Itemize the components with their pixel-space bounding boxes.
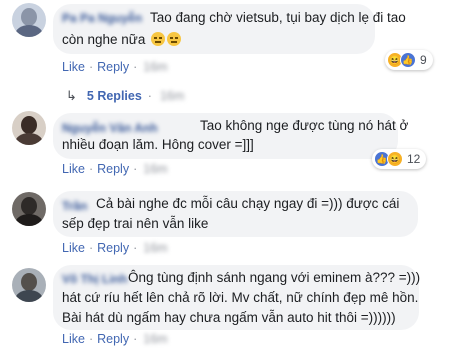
expressionless-emoji-icon: [167, 32, 182, 46]
separator: ·: [133, 60, 138, 74]
reply-button[interactable]: Reply: [97, 162, 129, 176]
avatar[interactable]: [12, 268, 46, 302]
reaction-count: 9: [420, 53, 427, 67]
like-button[interactable]: Like: [62, 162, 85, 176]
reply-button[interactable]: Reply: [97, 241, 129, 255]
comment-actions: Like · Reply · 16m: [62, 60, 168, 74]
separator: ·: [133, 241, 138, 255]
comment-text-line: Bài hát dù ngấm hay chưa ngấm vẫn auto h…: [62, 310, 396, 325]
replies-timestamp: 16m: [159, 89, 185, 103]
expressionless-emoji-icon: [151, 32, 166, 46]
comment-text-line: nhiều đoạn lăm. Hông cover =]]]: [62, 137, 254, 152]
comment-timestamp[interactable]: 16m: [143, 241, 167, 255]
comment-timestamp[interactable]: 16m: [143, 332, 167, 346]
comment-author[interactable]: Võ Thị Linh: [62, 272, 127, 286]
reply-button[interactable]: Reply: [97, 60, 129, 74]
comment-text-line: Ông tùng định sánh ngang với eminem à???…: [128, 270, 421, 285]
avatar[interactable]: [12, 3, 46, 37]
comment-actions: Like · Reply · 16m: [62, 332, 168, 346]
separator: ·: [133, 332, 138, 346]
comment-text-line: còn nghe nữa: [62, 30, 182, 49]
separator: ·: [88, 332, 94, 346]
avatar[interactable]: [12, 111, 46, 145]
comment-author[interactable]: Nguyễn Văn Anh: [62, 121, 158, 135]
comment-text-line: Tao không nge được tùng nó hát ở: [200, 118, 409, 133]
separator: ·: [133, 162, 138, 176]
like-icon: 👍: [400, 52, 416, 68]
replies-count-label[interactable]: 5 Replies: [87, 89, 142, 103]
comment-author[interactable]: Pa Pa Nguyễn: [62, 11, 142, 25]
avatar[interactable]: [12, 192, 46, 226]
separator: ·: [88, 162, 94, 176]
reaction-summary[interactable]: 😆 👍 9: [385, 50, 433, 70]
comment-text-line: Tao đang chờ vietsub, tụi bay dịch lẹ đi…: [150, 10, 406, 25]
comment-text-line: sếp đẹp trai nên vẫn like: [62, 216, 209, 231]
comment-timestamp[interactable]: 16m: [143, 162, 167, 176]
comment-actions: Like · Reply · 16m: [62, 241, 168, 255]
comment-text-line: Cả bài nghe đc mỗi câu chạy ngay đi =)))…: [96, 196, 400, 211]
comment-actions: Like · Reply · 16m: [62, 162, 168, 176]
comment-timestamp[interactable]: 16m: [143, 60, 167, 74]
like-button[interactable]: Like: [62, 332, 85, 346]
reply-arrow-icon: ↲: [66, 88, 77, 103]
separator: ·: [147, 89, 152, 103]
like-button[interactable]: Like: [62, 60, 85, 74]
separator: ·: [88, 60, 94, 74]
haha-icon: 😆: [387, 151, 403, 167]
like-button[interactable]: Like: [62, 241, 85, 255]
reaction-summary[interactable]: 👍 😆 12: [372, 149, 427, 169]
reply-button[interactable]: Reply: [97, 332, 129, 346]
separator: ·: [88, 241, 94, 255]
view-replies-link[interactable]: ↲ 5 Replies · 16m: [66, 88, 184, 104]
comment-author[interactable]: Trần: [62, 199, 87, 213]
reaction-count: 12: [407, 152, 421, 166]
comment-text-line: hát cứ ríu hết lên chả rõ lời. Mv chất, …: [62, 290, 419, 305]
